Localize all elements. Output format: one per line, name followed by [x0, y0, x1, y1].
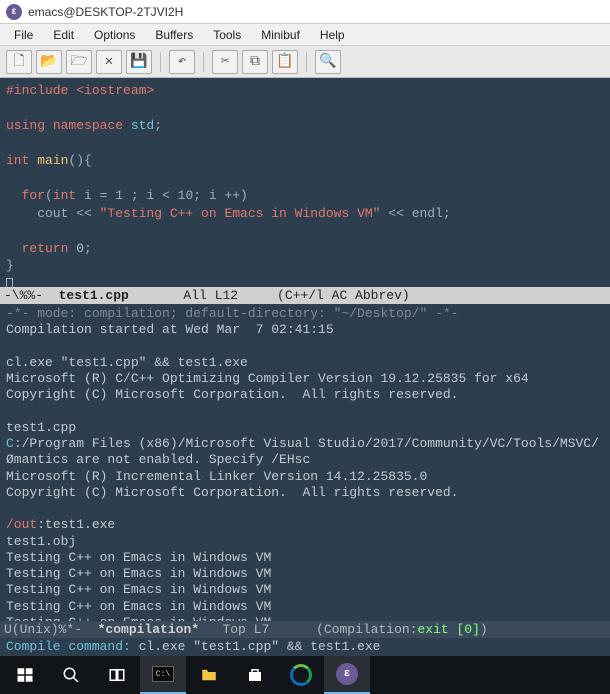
search-icon: [62, 666, 80, 684]
menu-file[interactable]: File: [4, 26, 43, 44]
paste-icon[interactable]: 📋: [272, 50, 298, 74]
menu-edit[interactable]: Edit: [43, 26, 84, 44]
modeline-buffer-name: test1.cpp: [59, 288, 129, 303]
menu-options[interactable]: Options: [84, 26, 145, 44]
open-file-icon[interactable]: 📂: [36, 50, 62, 74]
comp-line: test1.cpp: [6, 420, 76, 435]
comp-line: Testing C++ on Emacs in Windows VM: [6, 550, 271, 565]
code-token: "Testing C++ on Emacs in Windows VM": [100, 206, 381, 221]
comp-line: test1.obj: [6, 534, 76, 549]
windows-logo-icon: [16, 666, 34, 684]
code-token: }: [6, 258, 14, 273]
taskbar-cmd[interactable]: C:\: [140, 656, 186, 694]
code-token: namespace: [53, 118, 131, 133]
start-button[interactable]: [2, 656, 48, 694]
menu-help[interactable]: Help: [310, 26, 355, 44]
code-token: main: [37, 153, 68, 168]
code-token: for: [22, 188, 45, 203]
comp-line: Testing C++ on Emacs in Windows VM: [6, 582, 271, 597]
taskbar-edge[interactable]: [278, 656, 324, 694]
modeline-compilation[interactable]: U(Unix)%*- *compilation* Top L7 (Compila…: [0, 621, 610, 638]
taskbar-store[interactable]: [232, 656, 278, 694]
minibuf-prompt: Compile command:: [6, 639, 139, 654]
comp-out-prefix: /out: [6, 517, 37, 532]
code-token: (){: [68, 153, 91, 168]
close-icon[interactable]: ✕: [96, 50, 122, 74]
search-icon[interactable]: 🔍: [315, 50, 341, 74]
modeline2-end: ): [480, 622, 488, 637]
modeline-editor[interactable]: -\%%- test1.cpp All L12 (C++/l AC Abbrev…: [0, 287, 610, 304]
taskbar-explorer[interactable]: [186, 656, 232, 694]
comp-line: cl.exe "test1.cpp" && test1.exe: [6, 355, 248, 370]
code-token: i = 1 ; i < 10; i ++): [76, 188, 248, 203]
code-token: int: [6, 153, 37, 168]
comp-line: Copyright (C) Microsoft Corporation. All…: [6, 387, 458, 402]
comp-line: Copyright (C) Microsoft Corporation. All…: [6, 485, 458, 500]
minibuffer[interactable]: Compile command: cl.exe "test1.cpp" && t…: [0, 638, 610, 655]
emacs-icon: ε: [336, 663, 358, 685]
modeline2-buffer-name: *compilation*: [98, 622, 199, 637]
menubar: File Edit Options Buffers Tools Minibuf …: [0, 24, 610, 46]
code-token: #include: [6, 83, 76, 98]
comp-line: Compilation started at Wed Mar 7 02:41:1…: [6, 322, 334, 337]
modeline2-mid: Top L7 (Compilation:: [199, 622, 417, 637]
code-token: ;: [84, 241, 92, 256]
comp-path: :/Program Files (x86)/Microsoft Visual S…: [14, 436, 599, 451]
code-token: ;: [154, 118, 162, 133]
code-token: << endl;: [380, 206, 450, 221]
copy-icon[interactable]: ⧉: [242, 50, 268, 74]
comp-line: Ømantics are not enabled. Specify /EHsc: [6, 452, 310, 467]
toolbar-separator: [203, 52, 204, 72]
comp-line: Testing C++ on Emacs in Windows VM: [6, 599, 271, 614]
window-title: emacs@DESKTOP-2TJVI2H: [28, 5, 183, 19]
taskbar-taskview[interactable]: [94, 656, 140, 694]
comp-line: Testing C++ on Emacs in Windows VM: [6, 566, 271, 581]
comp-line: Microsoft (R) C/C++ Optimizing Compiler …: [6, 371, 529, 386]
editor-buffer[interactable]: #include <iostream> using namespace std;…: [0, 78, 610, 287]
code-token: cout <<: [6, 206, 100, 221]
code-token: std: [131, 118, 154, 133]
cmd-icon: C:\: [152, 666, 174, 682]
minibuf-command: cl.exe "test1.cpp" && test1.exe: [139, 639, 381, 654]
titlebar: ε emacs@DESKTOP-2TJVI2H: [0, 0, 610, 24]
menu-buffers[interactable]: Buffers: [145, 26, 203, 44]
folder-icon: [200, 666, 218, 684]
comp-line: -*- mode: compilation; default-directory…: [6, 306, 458, 321]
compilation-buffer[interactable]: -*- mode: compilation; default-directory…: [0, 304, 610, 621]
store-icon: [246, 666, 264, 684]
comp-path-prefix: C: [6, 436, 14, 451]
code-token: return: [22, 241, 77, 256]
taskbar-search[interactable]: [48, 656, 94, 694]
editor-cursor: [6, 278, 13, 287]
taskview-icon: [108, 666, 126, 684]
menu-tools[interactable]: Tools: [203, 26, 251, 44]
code-token: <iostream>: [76, 83, 154, 98]
code-token: using: [6, 118, 53, 133]
code-token: 0: [76, 241, 84, 256]
comp-line: Testing C++ on Emacs in Windows VM: [6, 615, 271, 621]
toolbar-separator: [306, 52, 307, 72]
comp-line: Microsoft (R) Incremental Linker Version…: [6, 469, 427, 484]
windows-taskbar: C:\ ε: [0, 656, 610, 694]
save-icon[interactable]: 💾: [126, 50, 152, 74]
open-dir-icon[interactable]: 🗁: [66, 50, 92, 74]
comp-out: :test1.exe: [37, 517, 115, 532]
taskbar-emacs[interactable]: ε: [324, 656, 370, 694]
toolbar: 🗋 📂 🗁 ✕ 💾 ↶ ✂ ⧉ 📋 🔍: [0, 46, 610, 78]
modeline2-left: U(Unix)%*-: [4, 622, 98, 637]
modeline2-exit: exit [0]: [417, 622, 479, 637]
menu-minibuf[interactable]: Minibuf: [251, 26, 310, 44]
emacs-app-icon: ε: [6, 4, 22, 20]
modeline-info: All L12 (C++/l AC Abbrev): [129, 288, 410, 303]
modeline-left: -\%%-: [4, 288, 59, 303]
new-file-icon[interactable]: 🗋: [6, 50, 32, 74]
code-token: int: [53, 188, 76, 203]
code-token: (: [45, 188, 53, 203]
undo-icon[interactable]: ↶: [169, 50, 195, 74]
toolbar-separator: [160, 52, 161, 72]
edge-icon: [290, 664, 312, 686]
cut-icon[interactable]: ✂: [212, 50, 238, 74]
